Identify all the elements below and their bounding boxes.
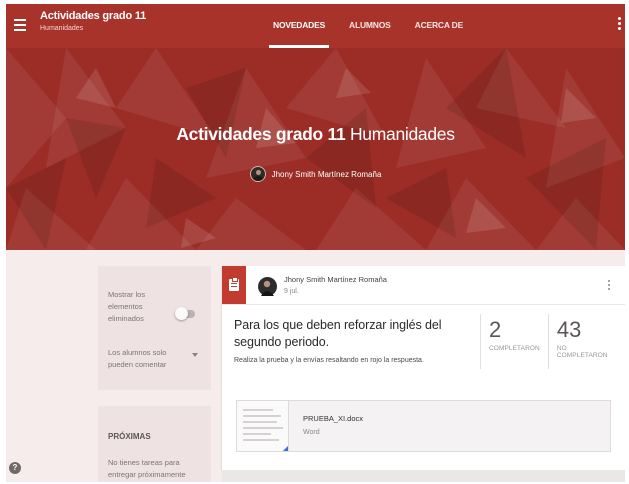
upcoming-title: PRÓXIMAS (108, 432, 151, 441)
completed-label: COMPLETARON (489, 345, 540, 352)
word-file-icon (281, 445, 288, 451)
author-avatar (258, 277, 277, 296)
toggle-knob (175, 307, 188, 320)
class-title[interactable]: Actividades grado 11 (40, 10, 146, 22)
assignment-description: Realiza la prueba y la envías resaltando… (234, 357, 424, 364)
completed-count: 2 (489, 317, 502, 342)
permission-value: Los alumnos solo pueden comentar (108, 348, 167, 369)
completed-stat[interactable]: 2 COMPLETARON (480, 314, 548, 369)
stream-settings-card: Mostrar los elementos eliminados Los alu… (98, 266, 211, 390)
top-app-bar: Actividades grado 11 Humanidades NOVEDAD… (6, 4, 625, 48)
tab-novedades[interactable]: NOVEDADES (261, 4, 337, 48)
upcoming-card: PRÓXIMAS No tienes tareas para entregar … (98, 406, 211, 482)
more-vert-icon[interactable] (617, 17, 623, 35)
assignment-post: Jhony Smith Martínez Romaña 9 jul. Para … (222, 266, 625, 470)
teacher-name: Jhony Smith Martínez Romaña (271, 169, 382, 179)
banner-class-name: Actividades grado 11 (176, 124, 346, 144)
banner-pattern (6, 48, 625, 250)
show-deleted-toggle[interactable] (175, 307, 197, 321)
comment-permission-select[interactable]: Los alumnos solo pueden comentar (108, 347, 206, 377)
not-completed-label: NO COMPLETARON (556, 345, 608, 359)
menu-icon[interactable] (11, 16, 29, 34)
comment-bar (222, 470, 625, 482)
more-vert-icon[interactable] (607, 280, 611, 294)
assignment-icon (222, 266, 246, 304)
class-banner: Actividades grado 11 Humanidades Jhony S… (6, 48, 625, 250)
help-icon[interactable]: ? (9, 462, 21, 474)
not-completed-stat[interactable]: 43 NO COMPLETARON (547, 314, 625, 369)
submission-stats: 2 COMPLETARON 43 NO COMPLETARON (480, 314, 625, 369)
post-date: 9 jul. (284, 288, 299, 295)
chevron-down-icon (192, 353, 198, 357)
tab-bar: NOVEDADES ALUMNOS ACERCA DE (261, 4, 475, 48)
attachment-card[interactable]: PRUEBA_XI.docx Word (236, 400, 611, 452)
upcoming-empty-text: No tienes tareas para entregar próximame… (108, 458, 186, 479)
teacher-avatar (249, 166, 266, 182)
file-thumbnail (237, 401, 289, 451)
teacher-row: Jhony Smith Martínez Romaña (6, 166, 625, 182)
not-completed-count: 43 (556, 317, 582, 342)
show-deleted-label: Mostrar los elementos eliminados (108, 290, 146, 323)
class-subtitle: Humanidades (40, 25, 84, 32)
banner-title: Actividades grado 11 Humanidades (6, 124, 625, 145)
tab-acerca-de[interactable]: ACERCA DE (403, 4, 475, 48)
classroom-window: Actividades grado 11 Humanidades NOVEDAD… (6, 4, 625, 482)
tab-alumnos[interactable]: ALUMNOS (337, 4, 403, 48)
post-author[interactable]: Jhony Smith Martínez Romaña (284, 275, 387, 284)
divider (222, 304, 625, 305)
banner-section: Humanidades (349, 124, 455, 144)
attachment-name: PRUEBA_XI.docx (303, 414, 364, 423)
assignment-title[interactable]: Para los que deben reforzar inglés del s… (234, 317, 474, 351)
attachment-type: Word (303, 429, 320, 436)
